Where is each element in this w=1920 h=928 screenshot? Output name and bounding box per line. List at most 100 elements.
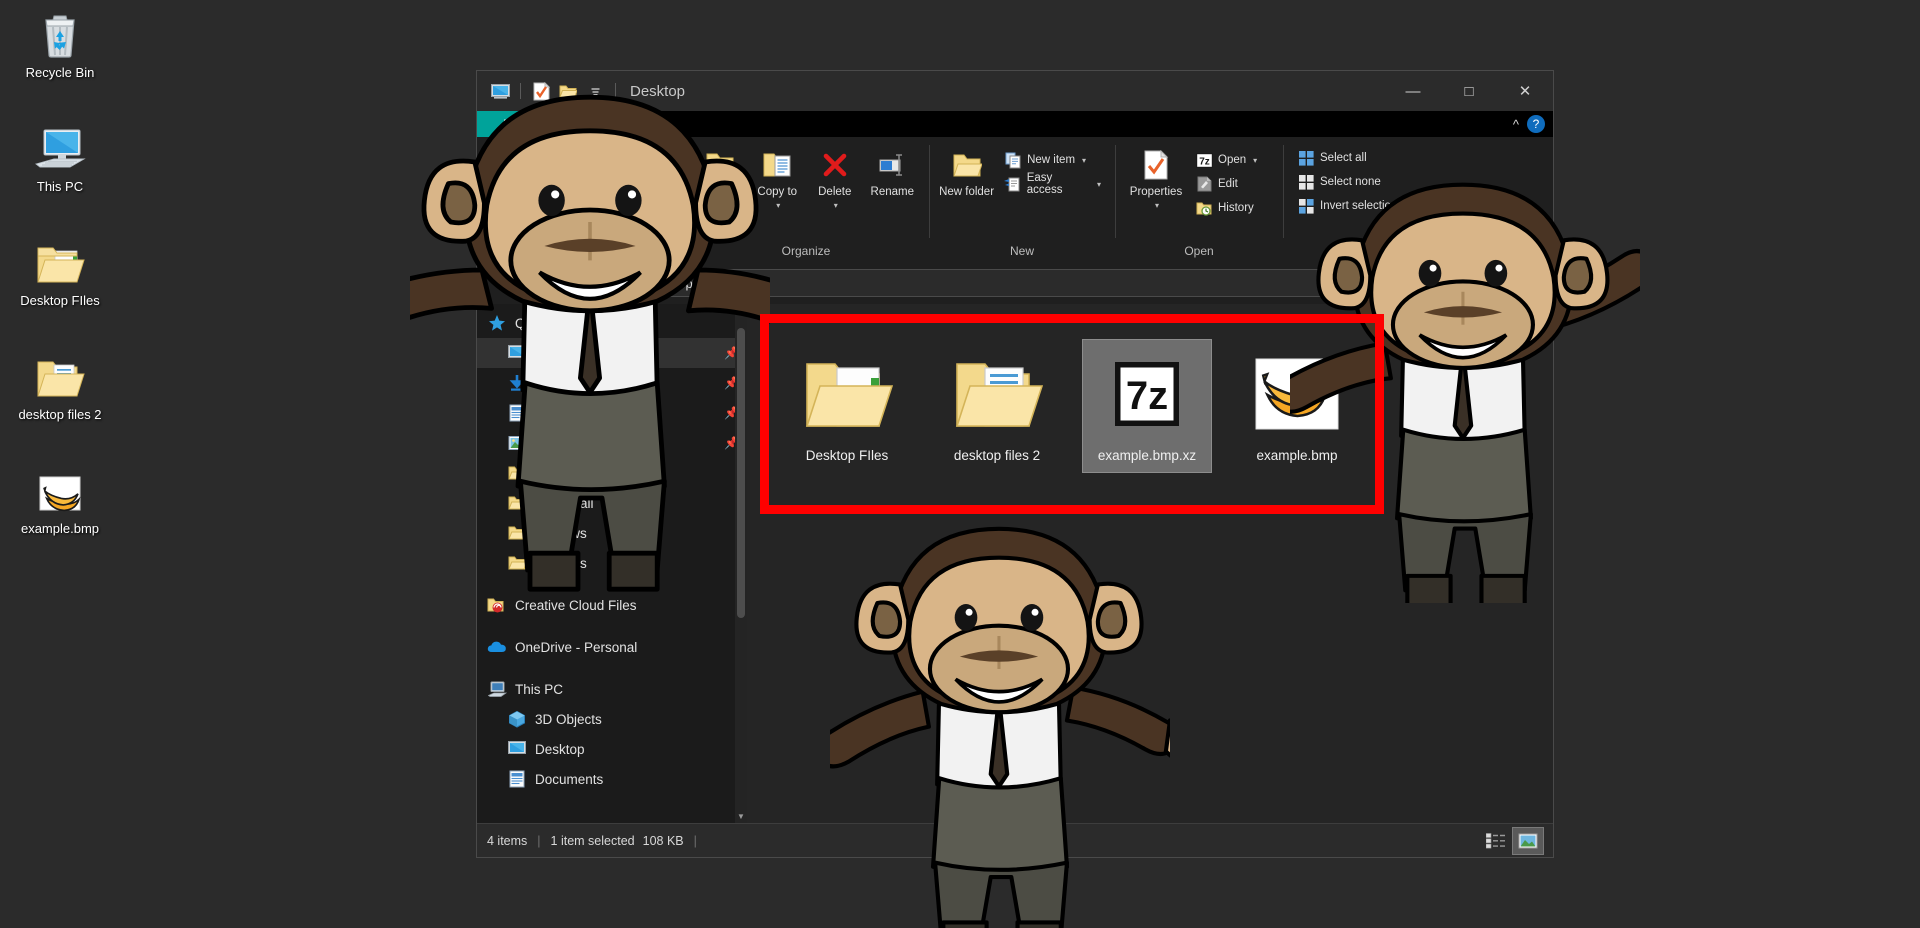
nav-item-documents[interactable]: Documents: [477, 764, 747, 794]
back-button[interactable]: ←: [485, 268, 515, 298]
search-input[interactable]: Search Desktop: [1359, 269, 1545, 297]
pin-to-quick-access-button[interactable]: Pin to Quick access: [487, 145, 540, 225]
chevron-down-icon[interactable]: ▾: [1155, 199, 1159, 212]
select-all-button[interactable]: Select all: [1293, 147, 1401, 169]
select-none-button[interactable]: Select none: [1293, 171, 1401, 193]
chevron-down-icon[interactable]: ▾: [834, 199, 838, 212]
nav-item-thumbnail[interactable]: thumbnail: [477, 488, 747, 518]
move-to-button[interactable]: Move to ▾: [693, 145, 747, 212]
nav-item-label: Desktop: [535, 346, 585, 361]
button-label: Rename: [871, 186, 914, 199]
nav-item-documents[interactable]: Documents📌: [477, 398, 747, 428]
button-label: Copy to: [757, 186, 797, 199]
this-pc-icon: [5, 120, 115, 172]
copy-to-button[interactable]: Copy to ▾: [751, 145, 805, 212]
folder-docs-icon: [5, 348, 115, 400]
collapse-ribbon-icon[interactable]: ^: [1513, 117, 1519, 132]
up-button[interactable]: ↑: [579, 268, 609, 298]
nav-item-quick-access[interactable]: Quick access: [477, 308, 747, 338]
paste-shortcut-button[interactable]: Paste shortcut: [590, 173, 673, 195]
details-view-button[interactable]: [1481, 828, 1511, 854]
edit-button[interactable]: Edit: [1191, 173, 1261, 195]
tab-home[interactable]: Home: [552, 111, 624, 137]
properties-icon[interactable]: [530, 80, 552, 102]
invert-selection-button[interactable]: Invert selection: [1293, 195, 1401, 217]
new-folder-button[interactable]: New folder: [939, 145, 994, 199]
button-label: Copy path: [617, 148, 669, 172]
new-item-button[interactable]: New item ▾: [1000, 149, 1105, 171]
copy-path-icon: [594, 151, 612, 169]
file-item[interactable]: desktop files 2: [933, 340, 1061, 472]
history-button[interactable]: History: [1191, 197, 1261, 219]
group-label-clipboard: Clipboard: [477, 240, 683, 262]
3d-objects-icon: [507, 709, 527, 729]
svg-text:7z: 7z: [1126, 374, 1168, 418]
maximize-button[interactable]: □: [1441, 71, 1497, 111]
chevron-down-icon[interactable]: ▾: [1082, 156, 1086, 165]
copy-path-button[interactable]: Copy path: [590, 149, 673, 171]
breadcrumb-separator[interactable]: ›: [699, 276, 703, 291]
chevron-down-icon[interactable]: ▾: [719, 199, 723, 212]
nav-item-onedrive-personal[interactable]: OneDrive - Personal: [477, 632, 747, 662]
scrollbar-thumb[interactable]: [737, 328, 745, 618]
nav-item-this-pc[interactable]: This PC: [477, 674, 747, 704]
nav-item-downloads[interactable]: Downloads📌: [477, 368, 747, 398]
properties-button[interactable]: Properties ▾: [1125, 145, 1187, 212]
nav-item-pictures[interactable]: Pictures📌: [477, 428, 747, 458]
help-icon[interactable]: ?: [1527, 115, 1545, 133]
desktop-icon-desktop-files[interactable]: Desktop FIles: [5, 228, 115, 308]
button-label: New item: [1027, 154, 1075, 166]
customize-dropdown-icon[interactable]: [584, 80, 606, 102]
sevenzip-icon: 7z: [1083, 346, 1211, 442]
minimize-button[interactable]: —: [1385, 71, 1441, 111]
desktop-icon-label: Recycle Bin: [5, 65, 115, 80]
delete-button[interactable]: Delete ▾: [808, 145, 862, 212]
file-item[interactable]: 7z example.bmp.xz: [1083, 340, 1211, 472]
new-folder-icon[interactable]: [557, 80, 579, 102]
nav-item-desktop[interactable]: Desktop📌: [477, 338, 747, 368]
file-item[interactable]: Desktop FIles: [783, 340, 911, 472]
file-name-label: example.bmp.xz: [1083, 448, 1211, 464]
selection-label: 1 item selected: [551, 834, 635, 848]
chevron-down-icon[interactable]: ▾: [1097, 180, 1101, 189]
easy-access-button[interactable]: Easy access ▾: [1000, 173, 1105, 195]
navigation-scrollbar[interactable]: ▲ ▼: [735, 304, 747, 823]
nav-item-windows[interactable]: windows: [477, 548, 747, 578]
edit-icon: [1195, 175, 1213, 193]
nav-item-windows[interactable]: windows: [477, 518, 747, 548]
file-list-pane[interactable]: Desktop FIles desktop files 2 7z example…: [747, 304, 1553, 823]
desktop-icon-this-pc[interactable]: This PC: [5, 114, 115, 194]
open-button[interactable]: 7z Open ▾: [1191, 149, 1261, 171]
title-bar[interactable]: Desktop — □ ✕: [477, 71, 1553, 111]
file-item[interactable]: example.bmp: [1233, 340, 1361, 472]
forward-button[interactable]: →: [519, 268, 549, 298]
desktop-icon-recycle-bin[interactable]: Recycle Bin: [5, 0, 115, 80]
copy-button[interactable]: Copy: [540, 145, 586, 199]
nav-item-creative-cloud-files[interactable]: Creative Cloud Files: [477, 590, 747, 620]
chevron-down-icon[interactable]: ▾: [1253, 156, 1257, 165]
large-icons-view-button[interactable]: [1513, 828, 1543, 854]
recent-locations-button[interactable]: ⌄: [553, 268, 575, 298]
scroll-up-icon[interactable]: ▲: [735, 304, 747, 318]
tab-file[interactable]: File: [477, 111, 552, 137]
ribbon: Pin to Quick access Copy: [477, 137, 1553, 262]
scroll-down-icon[interactable]: ▼: [735, 809, 747, 823]
status-bar: 4 items | 1 item selected 108 KB |: [477, 823, 1553, 857]
group-label-open: Open: [1115, 240, 1283, 262]
close-button[interactable]: ✕: [1497, 71, 1553, 111]
nav-item-3d-objects[interactable]: 3D Objects: [477, 704, 747, 734]
breadcrumb[interactable]: Desktop ›: [613, 269, 1355, 297]
button-label: Open: [1218, 154, 1246, 166]
copy-to-icon: [762, 147, 792, 183]
ribbon-group-organize: Move to ▾ Copy to ▾: [683, 137, 929, 262]
desktop-icon[interactable]: [489, 80, 511, 102]
recycle-bin-icon: [5, 6, 115, 58]
chevron-down-icon[interactable]: ▾: [776, 199, 780, 212]
window-controls: — □ ✕: [1385, 71, 1553, 111]
nav-item-desktop[interactable]: Desktop: [477, 734, 747, 764]
desktop-icon-desktop-files-2[interactable]: desktop files 2: [5, 342, 115, 422]
rename-button[interactable]: Rename: [866, 145, 920, 199]
ribbon-group-select: Select all Select none: [1283, 137, 1453, 262]
desktop-icon-example-bmp[interactable]: example.bmp: [5, 456, 115, 536]
nav-item-output[interactable]: output: [477, 458, 747, 488]
